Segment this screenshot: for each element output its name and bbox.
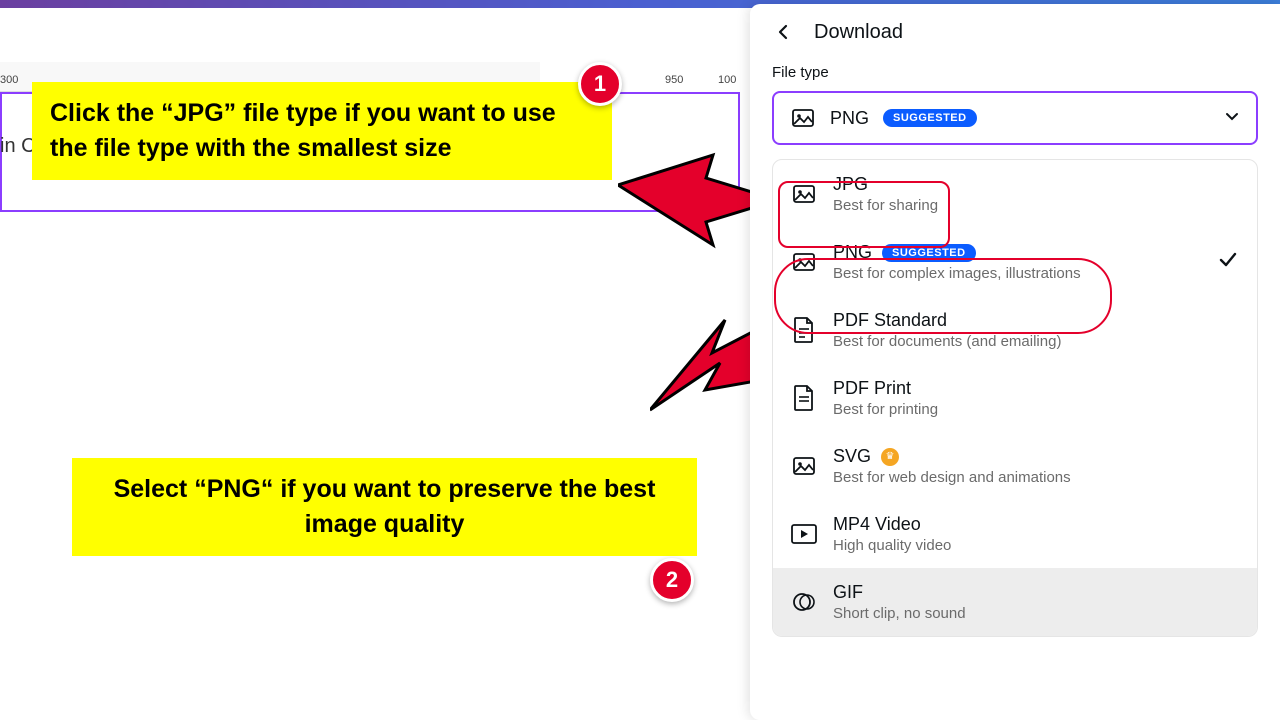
option-name: PDF Standard	[833, 310, 947, 331]
file-type-label: File type	[772, 64, 1258, 81]
chevron-left-icon	[776, 24, 792, 40]
option-png[interactable]: PNG SUGGESTED Best for complex images, il…	[773, 228, 1257, 296]
option-mp4[interactable]: MP4 Video High quality video	[773, 500, 1257, 568]
gif-icon	[791, 589, 817, 615]
option-name: PDF Print	[833, 378, 911, 399]
option-desc: Short clip, no sound	[833, 605, 966, 622]
option-desc: Best for printing	[833, 401, 938, 418]
step-badge-2: 2	[650, 558, 694, 602]
option-jpg[interactable]: JPG Best for sharing	[773, 160, 1257, 228]
option-name: GIF	[833, 582, 863, 603]
option-name: MP4 Video	[833, 514, 921, 535]
option-name: SVG	[833, 446, 871, 467]
option-pdf-standard[interactable]: PDF Standard Best for documents (and ema…	[773, 296, 1257, 364]
option-name: PNG	[833, 242, 872, 263]
image-icon	[791, 249, 817, 275]
chevron-down-icon	[1224, 108, 1240, 129]
file-type-dropdown: JPG Best for sharing PNG SUGGESTED Best f…	[772, 159, 1258, 637]
option-name: JPG	[833, 174, 868, 195]
option-desc: High quality video	[833, 537, 951, 554]
option-svg[interactable]: SVG ♛ Best for web design and animations	[773, 432, 1257, 500]
annotation-callout-1: Click the “JPG” file type if you want to…	[32, 82, 612, 180]
panel-header: Download	[750, 4, 1280, 58]
canvas-label: in C	[0, 135, 36, 158]
option-desc: Best for sharing	[833, 197, 938, 214]
document-icon	[791, 385, 817, 411]
ruler-mark: 100	[718, 74, 736, 86]
option-gif[interactable]: GIF Short clip, no sound	[773, 568, 1257, 636]
document-icon	[791, 317, 817, 343]
image-icon	[790, 105, 816, 131]
option-desc: Best for documents (and emailing)	[833, 333, 1061, 350]
option-pdf-print[interactable]: PDF Print Best for printing	[773, 364, 1257, 432]
option-desc: Best for complex images, illustrations	[833, 265, 1081, 282]
suggested-badge: SUGGESTED	[882, 244, 976, 262]
file-type-select[interactable]: PNG SUGGESTED	[772, 91, 1258, 145]
check-icon	[1217, 249, 1239, 276]
image-icon	[791, 181, 817, 207]
annotation-callout-2: Select “PNG“ if you want to preserve the…	[72, 458, 697, 556]
ruler-mark: 950	[665, 74, 683, 86]
ruler-mark: 300	[0, 74, 18, 86]
step-badge-1: 1	[578, 62, 622, 106]
panel-title: Download	[814, 21, 903, 44]
option-desc: Best for web design and animations	[833, 469, 1071, 486]
selected-file-type: PNG	[830, 108, 869, 129]
suggested-badge: SUGGESTED	[883, 109, 977, 127]
back-button[interactable]	[772, 20, 796, 44]
image-icon	[791, 453, 817, 479]
download-panel: Download File type PNG SUGGESTED JPG Bes…	[750, 4, 1280, 720]
video-icon	[791, 521, 817, 547]
crown-icon: ♛	[881, 448, 899, 466]
